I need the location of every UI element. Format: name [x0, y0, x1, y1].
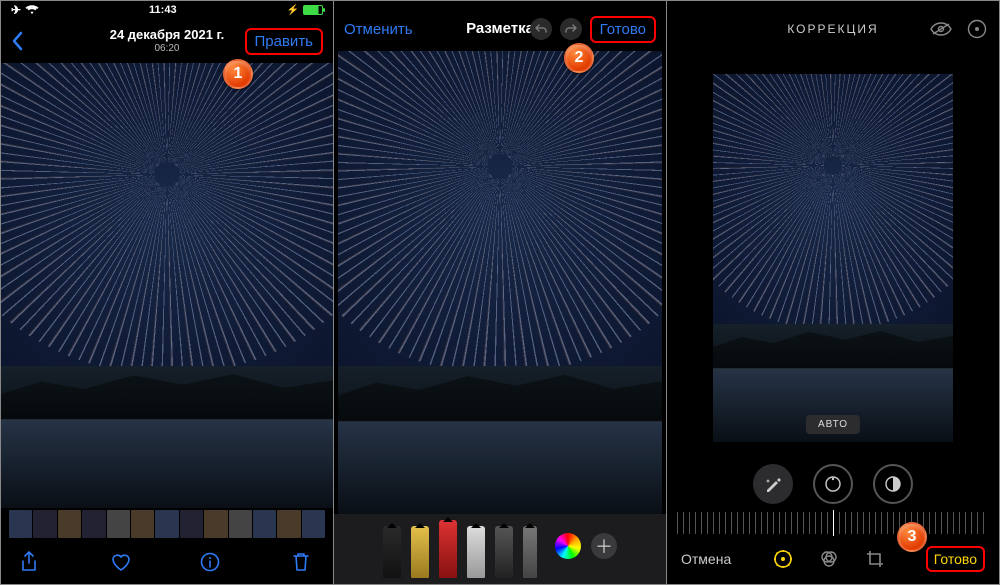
- adjust-tab-icon[interactable]: [773, 549, 793, 569]
- redo-icon[interactable]: [560, 18, 582, 40]
- cancel-button[interactable]: Отмена: [681, 551, 731, 567]
- ruler-tool[interactable]: [523, 526, 537, 578]
- cancel-button[interactable]: Отменить: [334, 7, 423, 51]
- share-icon[interactable]: [19, 551, 43, 573]
- more-options-icon[interactable]: [965, 17, 989, 41]
- adjust-preview[interactable]: АВТО: [713, 74, 953, 442]
- photo-action-bar: [1, 540, 333, 584]
- lasso-tool[interactable]: [495, 526, 513, 578]
- color-picker-icon[interactable]: [555, 533, 581, 559]
- exposure-dial-icon[interactable]: [813, 464, 853, 504]
- undo-icon[interactable]: [530, 18, 552, 40]
- edit-bottom-bar: Отмена Готово: [667, 534, 999, 584]
- markup-canvas[interactable]: [338, 51, 662, 514]
- step-badge-2: 2: [564, 43, 594, 73]
- charging-icon: ⚡: [287, 5, 299, 16]
- airplane-mode-icon: ✈︎: [11, 3, 21, 17]
- thumbnail-scrubber[interactable]: [1, 508, 333, 540]
- adjust-photo-area: АВТО: [667, 51, 999, 456]
- crop-tab-icon[interactable]: [865, 549, 885, 569]
- clock: 11:43: [149, 4, 177, 16]
- info-icon[interactable]: [200, 552, 224, 572]
- photo-preview[interactable]: [1, 63, 333, 508]
- eraser-tool[interactable]: [467, 526, 485, 578]
- photo-date-title: 24 декабря 2021 г. 06:20: [110, 27, 225, 55]
- screen-photo-view: ✈︎ 11:43 ⚡ 24 декабря 2021 г. 06:20 Прав…: [0, 0, 334, 585]
- screen-markup: Отменить Разметка Готово ＋ 2: [334, 0, 667, 585]
- status-bar: ✈︎ 11:43 ⚡: [1, 1, 333, 19]
- favorite-icon[interactable]: [110, 552, 134, 572]
- adjust-slider[interactable]: [677, 512, 989, 534]
- adjust-nav-bar: КОРРЕКЦИЯ: [667, 7, 999, 51]
- add-shape-button[interactable]: ＋: [591, 533, 617, 559]
- edit-button[interactable]: Править: [245, 28, 324, 55]
- adjust-title: КОРРЕКЦИЯ: [787, 22, 878, 36]
- markup-tool-tray: ＋: [334, 514, 666, 584]
- step-badge-3: 3: [897, 522, 927, 552]
- delete-icon[interactable]: [291, 551, 315, 573]
- markup-nav-bar: Отменить Разметка Готово: [334, 7, 666, 51]
- done-button[interactable]: Готово: [926, 546, 985, 572]
- marker-tool[interactable]: [411, 526, 429, 578]
- filters-tab-icon[interactable]: [819, 549, 839, 569]
- battery-icon: [303, 5, 323, 15]
- done-button[interactable]: Готово: [590, 16, 656, 43]
- auto-enhance-button[interactable]: АВТО: [806, 415, 860, 434]
- back-button[interactable]: [1, 19, 33, 63]
- compare-icon[interactable]: [929, 17, 953, 41]
- screen-adjust: КОРРЕКЦИЯ АВТО Отм: [667, 0, 1000, 585]
- adjust-dial-row: [667, 456, 999, 512]
- nav-bar: 24 декабря 2021 г. 06:20 Править: [1, 19, 333, 63]
- brilliance-dial-icon[interactable]: [873, 464, 913, 504]
- auto-magic-icon[interactable]: [753, 464, 793, 504]
- pen-tool[interactable]: [383, 526, 401, 578]
- pencil-tool[interactable]: [439, 520, 457, 578]
- wifi-icon: [25, 5, 39, 15]
- step-badge-1: 1: [223, 59, 253, 89]
